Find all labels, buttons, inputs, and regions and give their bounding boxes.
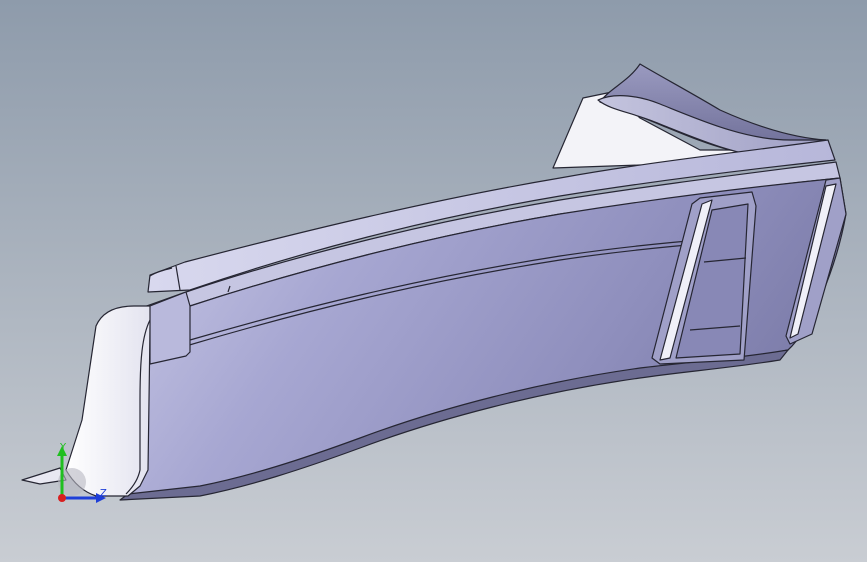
graphics-viewport[interactable]: Y Z: [0, 0, 867, 562]
triad-y-label: Y: [59, 442, 67, 453]
triad-x-axis-dot: [58, 494, 66, 502]
triad-z-label: Z: [100, 488, 107, 499]
viewport-canvas[interactable]: Y Z: [0, 0, 867, 562]
